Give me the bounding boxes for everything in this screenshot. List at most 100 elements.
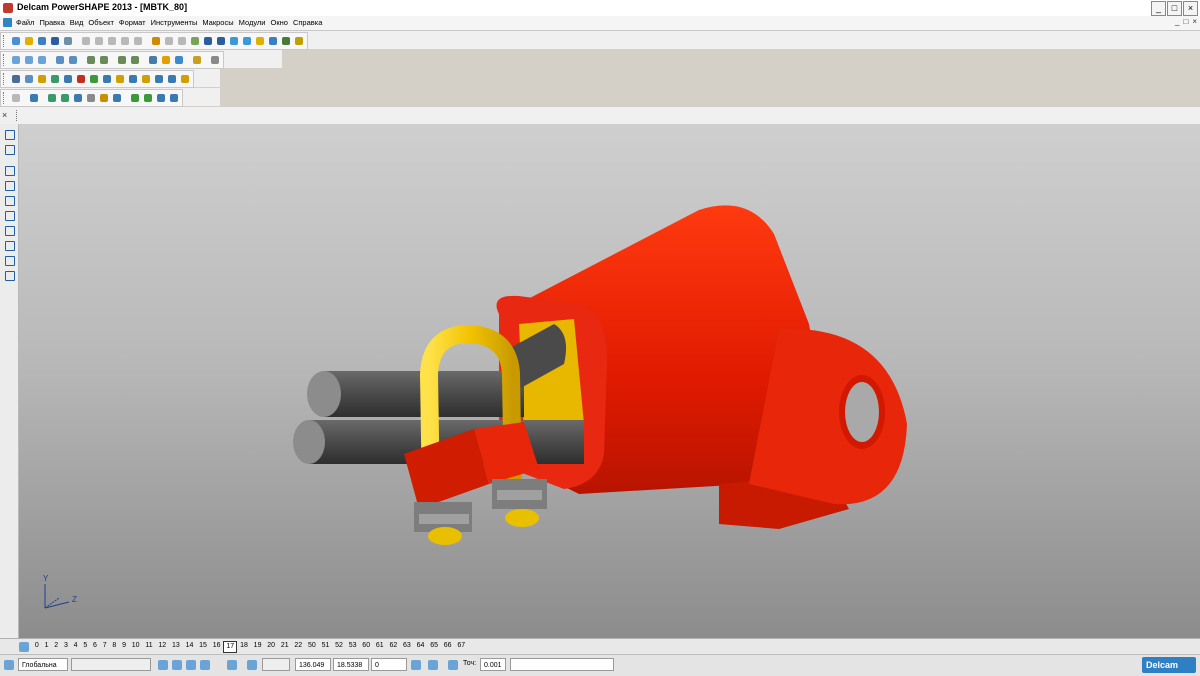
workplane-icon[interactable] [3,659,15,671]
level-item[interactable]: 22 [292,641,306,651]
surface-icon[interactable] [267,35,279,47]
wireframe-view-icon[interactable] [173,54,185,66]
level-item[interactable]: 60 [359,641,373,651]
level-item[interactable]: 64 [414,641,428,651]
level-item[interactable]: 0 [32,641,42,651]
surface-6-icon[interactable] [111,92,123,104]
menu-file[interactable]: Файл [16,18,34,27]
surface-blank-icon[interactable] [10,92,22,104]
level-item[interactable]: 65 [427,641,441,651]
surface-3-icon[interactable] [72,92,84,104]
model-view[interactable]: Y Z [19,124,1200,638]
redo-icon[interactable] [163,35,175,47]
view-side-icon[interactable] [36,54,48,66]
snap2-icon[interactable] [171,659,183,671]
level-item[interactable]: 52 [332,641,346,651]
workplane-icon[interactable] [202,35,214,47]
snap4-icon[interactable] [199,659,211,671]
mirror-icon[interactable] [153,73,165,85]
solid-tool-icon[interactable] [3,224,15,236]
grid-toggle-icon[interactable] [427,659,439,671]
save-icon[interactable] [49,35,61,47]
surface-9-icon[interactable] [155,92,167,104]
level-item[interactable]: 6 [90,641,100,651]
zoom-out-icon[interactable] [129,54,141,66]
sphere-icon[interactable] [49,73,61,85]
rectangle-icon[interactable] [3,194,15,206]
rotate-icon[interactable] [147,54,159,66]
tolerance-field[interactable]: 0.001 [480,658,506,671]
print-icon[interactable] [62,35,74,47]
level-item[interactable]: 1 [42,641,52,651]
empty-select[interactable] [71,658,151,671]
menu-object[interactable]: Объект [88,18,114,27]
hole-icon[interactable] [140,73,152,85]
tolerance-icon[interactable] [447,659,459,671]
level-item[interactable]: 63 [400,641,414,651]
level-item[interactable]: 67 [454,641,468,651]
close-icon[interactable]: × [2,110,7,120]
pattern-icon[interactable] [127,73,139,85]
toolbar-grip[interactable] [3,92,7,104]
level-item[interactable]: 7 [100,641,110,651]
level-item[interactable]: 51 [319,641,333,651]
view-iso-icon[interactable] [54,54,66,66]
surface-2-icon[interactable] [59,92,71,104]
level-item[interactable]: 21 [278,641,292,651]
shaded-icon[interactable] [160,54,172,66]
menu-window[interactable]: Окно [271,18,288,27]
extrude-icon[interactable] [62,73,74,85]
graphics-viewport[interactable]: Y Z [19,124,1200,638]
delete-icon[interactable] [132,35,144,47]
polyline-icon[interactable] [3,179,15,191]
z-coordinate-field[interactable]: 0 [371,658,407,671]
measure-icon[interactable] [189,35,201,47]
nut-left[interactable] [414,502,472,545]
fillet-icon[interactable] [88,73,100,85]
copy-icon[interactable] [93,35,105,47]
wireframe-icon[interactable] [254,35,266,47]
surface-4-icon[interactable] [85,92,97,104]
toolbar-grip[interactable] [3,73,7,85]
menu-help[interactable]: Справка [293,18,322,27]
app-icon[interactable] [3,3,13,13]
coord-mode-field[interactable] [262,658,290,671]
level-item[interactable]: 3 [61,641,71,651]
cut-solid-icon[interactable] [166,73,178,85]
circle-icon[interactable] [228,35,240,47]
zoom-icon[interactable] [85,54,97,66]
level-item[interactable]: 18 [237,641,251,651]
doc-restore-button[interactable]: □ [1183,17,1188,26]
paste-icon[interactable] [106,35,118,47]
curve-icon[interactable] [241,35,253,47]
doc-close-button[interactable]: × [1192,17,1197,26]
level-item[interactable]: 10 [129,641,143,651]
view-front-icon[interactable] [23,54,35,66]
tree-icon[interactable] [10,73,22,85]
grid-icon[interactable] [226,659,238,671]
level-item[interactable]: 15 [196,641,210,651]
new-icon[interactable] [10,35,22,47]
lights-icon[interactable] [191,54,203,66]
view-iso2-icon[interactable] [67,54,79,66]
surface-7-icon[interactable] [129,92,141,104]
level-item[interactable]: 66 [441,641,455,651]
doc-icon[interactable] [23,73,35,85]
cut-icon[interactable] [80,35,92,47]
line-icon[interactable] [3,164,15,176]
feature-icon[interactable] [36,73,48,85]
level-item[interactable]: 12 [156,641,170,651]
boss-icon[interactable] [179,73,191,85]
transform-icon[interactable] [176,35,188,47]
open-icon[interactable] [23,35,35,47]
level-item[interactable]: 11 [142,641,155,651]
xyz-icon[interactable] [28,92,40,104]
surface-1-icon[interactable] [46,92,58,104]
surface-10-icon[interactable] [168,92,180,104]
level-item[interactable]: 61 [373,641,387,651]
level-item[interactable]: 13 [169,641,183,651]
import-icon[interactable] [36,35,48,47]
calculator-icon[interactable] [410,659,422,671]
snap-icon[interactable] [157,659,169,671]
level-item[interactable]: 20 [264,641,278,651]
